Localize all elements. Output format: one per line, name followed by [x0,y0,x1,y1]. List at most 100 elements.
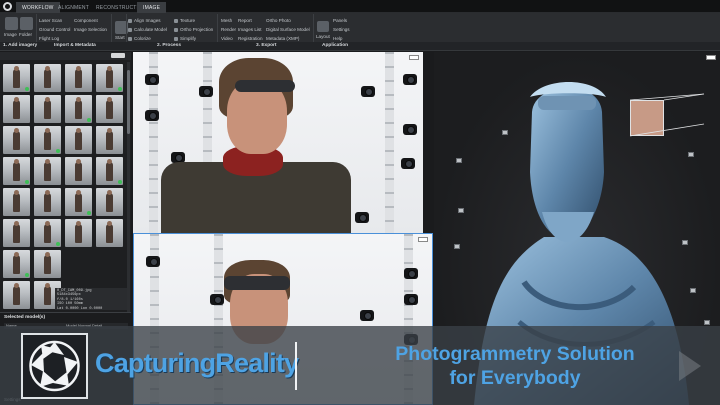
aligned-check-icon [25,87,29,91]
laser-scan-button[interactable]: Laser Scan [39,18,62,23]
photo-viewport-top[interactable] [133,52,423,233]
folder-button[interactable]: Folder [19,32,32,37]
digital-surface-model-button[interactable]: Digital Surface Model [266,27,310,32]
scrollbar-thumb[interactable] [127,70,130,134]
image-thumbnail[interactable] [3,126,30,154]
camera-frustum[interactable] [682,240,688,245]
aligned-check-icon [25,180,29,184]
image-thumbnail[interactable] [96,126,123,154]
layout-button[interactable]: Layout [316,34,330,39]
image-thumbnail[interactable] [34,188,61,216]
camera-frustum[interactable] [690,288,696,293]
image-thumbnail[interactable] [3,250,30,278]
start-button[interactable]: Start [115,35,125,40]
image-thumbnail[interactable] [3,281,30,309]
metadata-xmp-button[interactable]: Metadata (XMP) [266,36,299,41]
image-thumbnail[interactable] [34,64,61,92]
ribbon-group-labels: 1. Add imagery Import & Metadata 2. Proc… [0,42,720,51]
group-add-imagery: 1. Add imagery [3,43,38,48]
image-thumbnail[interactable] [34,250,61,278]
video-button[interactable]: Video [221,36,233,41]
image-thumbnail[interactable] [65,188,92,216]
aligned-check-icon [87,211,91,215]
camera-frustum[interactable] [502,130,508,135]
image-thumbnail[interactable] [34,157,61,185]
tagline-line-2: for Everybody [449,367,581,389]
image-thumbnail[interactable] [65,219,92,247]
image-thumbnail[interactable] [65,64,92,92]
image-thumbnail[interactable] [3,64,30,92]
camera-frustum[interactable] [456,158,462,163]
rig-camera [401,158,415,169]
align-images-button[interactable]: Align Images [134,18,161,23]
simplify-button[interactable]: Simplify [180,36,196,41]
image-thumbnail[interactable] [34,219,61,247]
report-button[interactable]: Report [238,18,252,23]
image-thumbnail[interactable] [3,95,30,123]
colorize-icon [128,37,132,41]
bust-goggles [538,96,596,110]
image-thumbnail[interactable] [96,64,123,92]
colorize-button[interactable]: Colorize [134,36,151,41]
image-thumbnail[interactable] [96,95,123,123]
image-thumbnail[interactable] [3,188,30,216]
registration-button[interactable]: Registration [238,36,263,41]
group-import-metadata: Import & Metadata [54,43,96,48]
images-list-button[interactable]: Images List [238,27,262,32]
aligned-check-icon [118,87,122,91]
rig-camera [360,310,374,321]
image-thumbnail[interactable] [96,219,123,247]
camera-frustum[interactable] [454,244,460,249]
image-thumbnail[interactable] [65,126,92,154]
help-button[interactable]: Help [333,36,342,41]
image-button[interactable]: Image [4,32,17,37]
image-thumbnail[interactable] [34,126,61,154]
aligned-check-icon [56,149,60,153]
image-icon[interactable] [5,17,18,30]
image-thumbnail[interactable] [3,157,30,185]
image-thumbnail[interactable] [3,219,30,247]
meta-line: Lat 0.0000 Lon 0.0000 [57,306,103,311]
flight-log-button[interactable]: Flight Log [39,36,59,41]
mesh-button[interactable]: Mesh [221,18,232,23]
component-button[interactable]: Component [74,18,98,23]
image-thumbnail[interactable] [96,157,123,185]
layout-icon[interactable] [317,21,329,32]
camera-frustum[interactable] [688,152,694,157]
brand-divider [295,342,297,390]
camera-rig-pole [385,52,394,233]
tagline: Photogrammetry Solution for Everybody [335,342,695,390]
image-thumbnail[interactable] [65,95,92,123]
ortho-icon [174,28,178,32]
viewport-chip[interactable] [418,237,428,242]
folder-icon[interactable] [20,17,33,30]
group-application: Application [322,43,349,48]
texture-button[interactable]: Texture [180,18,195,23]
calculate-model-button[interactable]: Calculate Model [134,27,167,32]
group-export: 3. Export [256,43,277,48]
ortho-projection-button[interactable]: Ortho Projection [180,27,213,32]
image-selection-button[interactable]: Image Selection [74,27,107,32]
simplify-icon [174,37,178,41]
image-thumbnail[interactable] [34,95,61,123]
viewport-chip[interactable] [409,55,419,60]
brand-banner: CapturingReality Photogrammetry Solution… [0,326,720,405]
tab-image[interactable]: IMAGE [137,2,167,13]
settings-button[interactable]: Settings [333,27,350,32]
capturing-reality-aperture-logo [21,333,88,399]
model-icon [128,28,132,32]
ground-control-button[interactable]: Ground Control [39,27,70,32]
rig-camera [146,256,160,267]
render-button[interactable]: Render [221,27,236,32]
play-arrow-icon[interactable] [679,351,701,381]
rig-camera [355,212,369,223]
app-logo-icon[interactable] [3,2,12,11]
image-thumbnail[interactable] [96,188,123,216]
image-thumbnail[interactable] [65,157,92,185]
ortho-photo-button[interactable]: Ortho Photo [266,18,291,23]
tab-alignment[interactable]: ALIGNMENT [52,2,95,13]
camera-frustum[interactable] [704,320,710,325]
camera-frustum[interactable] [458,208,464,213]
panels-button[interactable]: Panels [333,18,347,23]
viewport-chip[interactable] [706,55,716,60]
